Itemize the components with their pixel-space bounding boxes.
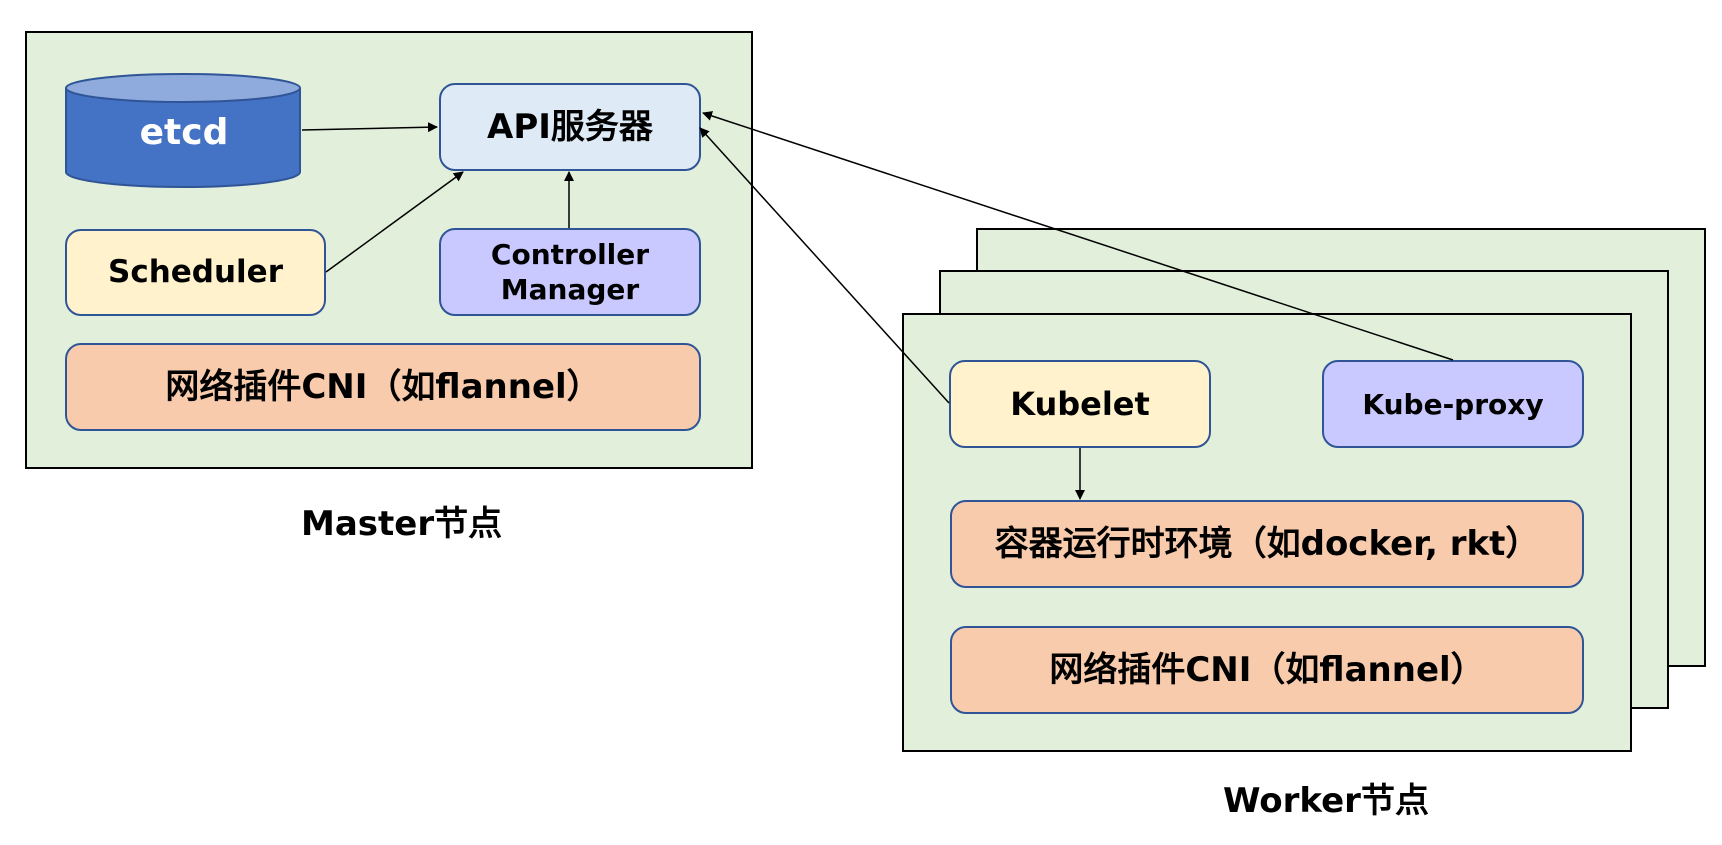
kube-proxy-box: Kube-proxy [1322, 360, 1584, 448]
container-runtime-box: 容器运行时环境（如docker, rkt） [950, 500, 1584, 588]
controller-manager-box: Controller Manager [439, 228, 701, 316]
kube-proxy-label: Kube-proxy [1362, 387, 1544, 421]
etcd-database: etcd [64, 72, 304, 190]
api-server-label: API服务器 [487, 106, 653, 147]
scheduler-label: Scheduler [108, 254, 283, 291]
scheduler-box: Scheduler [65, 229, 326, 316]
master-cni-label: 网络插件CNI（如flannel） [165, 366, 601, 407]
etcd-label: etcd [139, 112, 229, 153]
master-node-caption: Master节点 [301, 504, 503, 544]
api-server-box: API服务器 [439, 83, 701, 171]
master-cni-box: 网络插件CNI（如flannel） [65, 343, 701, 431]
container-runtime-label: 容器运行时环境（如docker, rkt） [994, 523, 1540, 564]
worker-cni-label: 网络插件CNI（如flannel） [1049, 649, 1485, 690]
worker-node-caption: Worker节点 [1223, 781, 1429, 821]
kubelet-label: Kubelet [1010, 385, 1150, 423]
kubelet-box: Kubelet [949, 360, 1211, 448]
worker-cni-box: 网络插件CNI（如flannel） [950, 626, 1584, 714]
controller-manager-label: Controller Manager [490, 238, 650, 306]
